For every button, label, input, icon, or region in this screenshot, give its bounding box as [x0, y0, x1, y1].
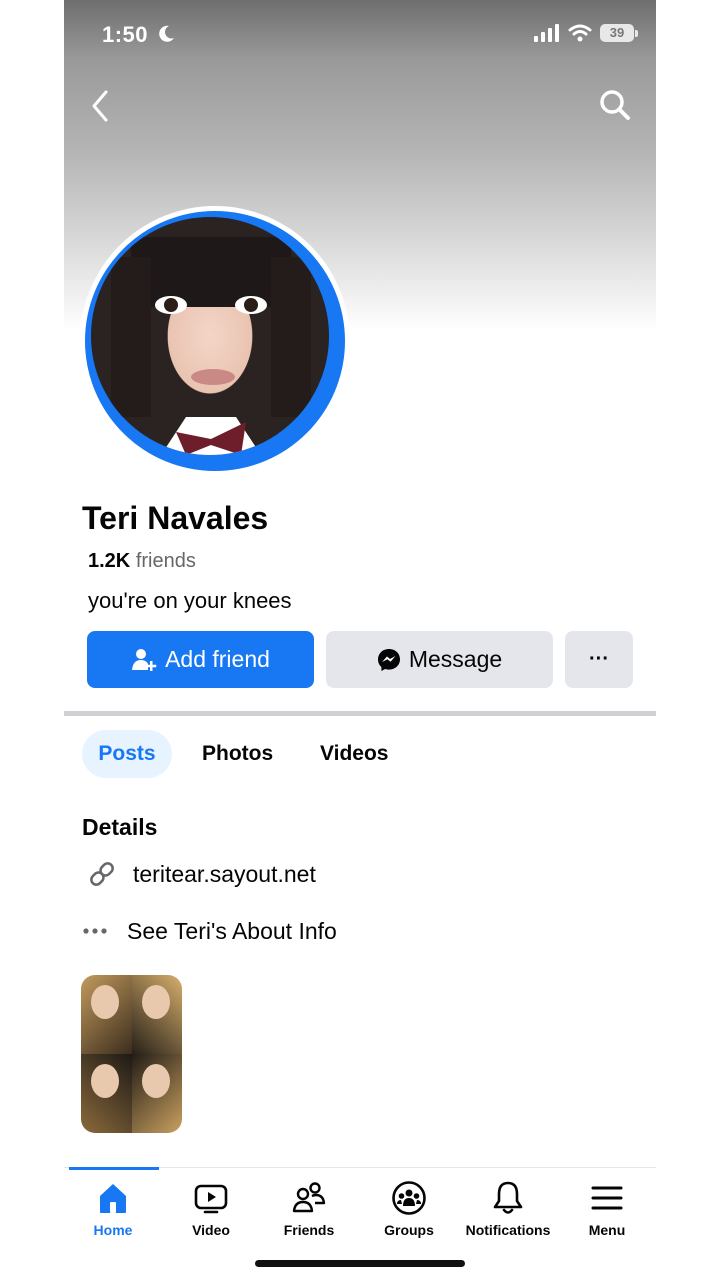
- nav-menu[interactable]: Menu: [558, 1180, 656, 1238]
- featured-photo[interactable]: [81, 975, 182, 1133]
- home-indicator: [255, 1260, 465, 1267]
- avatar-portrait: [111, 237, 311, 455]
- more-options-button[interactable]: ···: [565, 631, 633, 688]
- wifi-icon: [568, 24, 592, 42]
- add-friend-button[interactable]: Add friend: [87, 631, 314, 688]
- nav-friends[interactable]: Friends: [260, 1180, 358, 1238]
- more-options-label: ···: [589, 648, 609, 670]
- signal-icon: [534, 24, 559, 42]
- featured-photo-tile: [81, 975, 132, 1054]
- section-divider: [64, 711, 656, 716]
- featured-photo-tile: [131, 975, 182, 1054]
- nav-menu-label: Menu: [588, 1222, 626, 1238]
- moon-icon: [159, 25, 174, 42]
- message-button[interactable]: Message: [326, 631, 553, 688]
- link-icon: [90, 862, 114, 886]
- nav-video[interactable]: Video: [162, 1180, 260, 1238]
- back-chevron-icon[interactable]: [86, 88, 114, 124]
- ellipsis-icon: [83, 928, 107, 934]
- nav-notifications-label: Notifications: [465, 1222, 551, 1238]
- friends-label: friends: [135, 550, 196, 572]
- about-info-text: See Teri's About Info: [127, 917, 337, 944]
- friends-count[interactable]: 1.2K friends: [88, 550, 196, 573]
- search-icon[interactable]: [598, 88, 632, 122]
- profile-picture[interactable]: [80, 206, 350, 476]
- messenger-icon: [377, 648, 400, 671]
- groups-icon: [392, 1181, 426, 1215]
- profile-name: Teri Navales: [82, 500, 269, 536]
- home-icon: [100, 1184, 126, 1213]
- details-heading: Details: [82, 814, 158, 840]
- nav-friends-label: Friends: [283, 1222, 335, 1238]
- add-friend-label: Add friend: [165, 646, 270, 672]
- friends-icon: [292, 1182, 326, 1213]
- status-time: 1:50: [102, 22, 149, 47]
- active-tab-indicator: [69, 1167, 159, 1170]
- website-link[interactable]: teritear.sayout.net: [82, 858, 316, 890]
- profile-screen: 1:50 39 Teri Navales 1.2K friends you're…: [64, 0, 656, 1280]
- tab-posts[interactable]: Posts: [82, 730, 172, 778]
- bell-icon: [493, 1181, 523, 1214]
- menu-icon: [591, 1186, 623, 1210]
- add-person-icon: [132, 648, 157, 671]
- featured-photo-tile: [131, 1054, 182, 1133]
- nav-video-label: Video: [192, 1222, 230, 1238]
- nav-groups[interactable]: Groups: [360, 1180, 458, 1238]
- about-info-link[interactable]: See Teri's About Info: [82, 915, 337, 947]
- nav-home[interactable]: Home: [64, 1180, 162, 1238]
- tab-photos[interactable]: Photos: [202, 730, 273, 778]
- status-icons: 39: [534, 24, 638, 42]
- nav-home-label: Home: [93, 1222, 133, 1238]
- profile-bio: you're on your knees: [88, 588, 292, 613]
- nav-groups-label: Groups: [384, 1222, 434, 1238]
- avatar: [91, 217, 329, 455]
- tab-videos[interactable]: Videos: [320, 730, 388, 778]
- friends-number: 1.2K: [88, 550, 131, 572]
- website-text: teritear.sayout.net: [133, 860, 316, 887]
- battery-indicator: 39: [600, 24, 638, 42]
- featured-photo-tile: [81, 1054, 132, 1133]
- video-icon: [194, 1184, 228, 1214]
- nav-notifications[interactable]: Notifications: [459, 1180, 557, 1238]
- message-label: Message: [408, 646, 503, 672]
